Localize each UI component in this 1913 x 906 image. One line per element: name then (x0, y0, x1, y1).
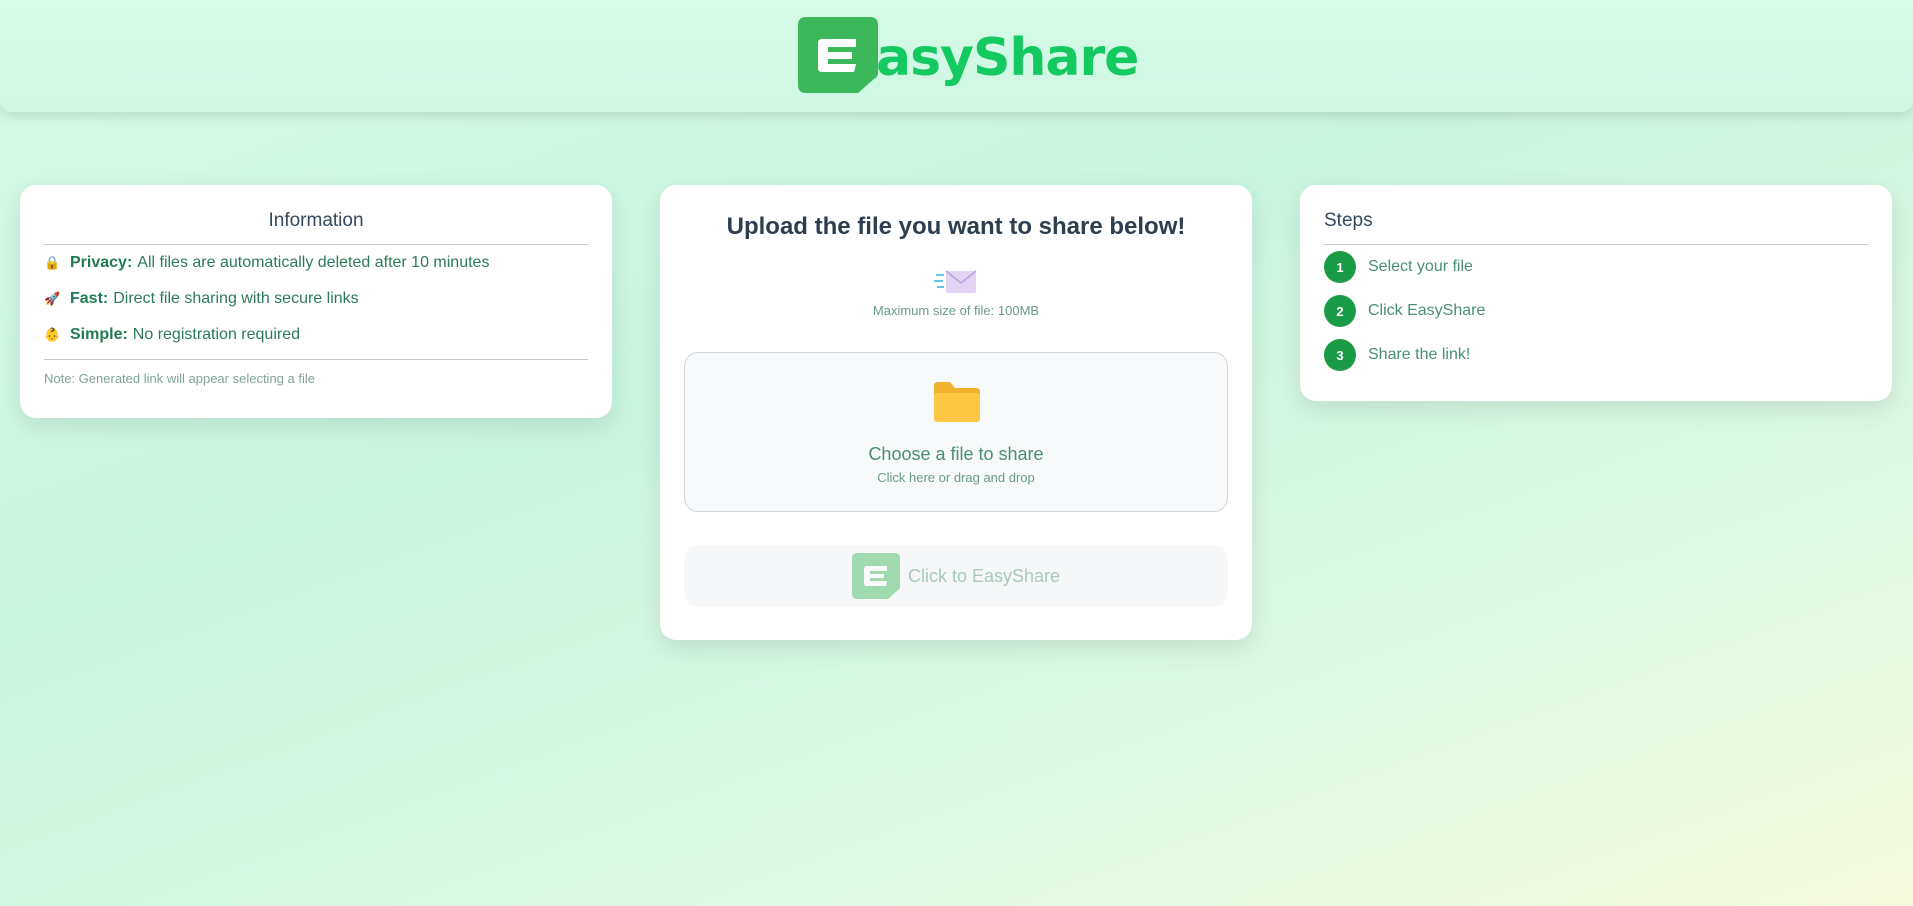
header: asyShare (0, 0, 1913, 112)
rocket-icon: 🚀 (44, 291, 61, 306)
upload-card: Upload the file you want to share below!… (660, 185, 1252, 640)
step-label: Select your file (1368, 258, 1473, 275)
step-item: 1 Select your file (1324, 245, 1868, 289)
steps-card: Steps 1 Select your file 2 Click EasySha… (1300, 185, 1892, 401)
info-item-label: Fast: (70, 290, 109, 307)
info-item-text: All files are automatically deleted afte… (137, 254, 490, 271)
fast-mail-icon (934, 270, 977, 293)
info-item-text: No registration required (132, 326, 300, 343)
info-item-text: Direct file sharing with secure links (113, 290, 359, 307)
file-dropzone[interactable]: Choose a file to share Click here or dra… (684, 352, 1228, 512)
step-number-badge: 3 (1324, 339, 1356, 371)
steps-title: Steps (1324, 209, 1868, 245)
info-note: Note: Generated link will appear selecti… (44, 371, 315, 386)
easyshare-button[interactable]: Click to EasyShare (684, 545, 1228, 607)
dropzone-subtitle: Click here or drag and drop (877, 470, 1035, 485)
step-item: 2 Click EasyShare (1324, 289, 1868, 333)
upload-title: Upload the file you want to share below! (726, 213, 1186, 240)
info-item-label: Simple: (70, 326, 128, 343)
step-number-badge: 2 (1324, 295, 1356, 327)
logo-e-icon (798, 17, 878, 93)
step-number-badge: 1 (1324, 251, 1356, 283)
dropzone-title: Choose a file to share (868, 444, 1044, 464)
easyshare-button-label: Click to EasyShare (907, 565, 1061, 586)
easyshare-logo-icon (851, 553, 900, 599)
info-item-privacy: 🔒 Privacy: All files are automatically d… (44, 245, 588, 281)
info-item-label: Privacy: (70, 254, 133, 271)
lock-icon: 🔒 (44, 255, 61, 270)
baby-icon: 👶 (44, 327, 61, 342)
information-card: Information 🔒 Privacy: All files are aut… (20, 185, 612, 418)
divider (44, 359, 588, 360)
step-item: 3 Share the link! (1324, 333, 1868, 377)
easyshare-logo[interactable]: asyShare (798, 17, 1139, 93)
logo-text: asyShare (876, 28, 1139, 88)
step-label: Share the link! (1368, 346, 1471, 363)
max-size-text: Maximum size of file: 100MB (872, 303, 1040, 318)
information-title: Information (44, 209, 588, 245)
folder-icon (934, 382, 980, 422)
info-item-simple: 👶 Simple: No registration required (44, 317, 588, 353)
info-item-fast: 🚀 Fast: Direct file sharing with secure … (44, 281, 588, 317)
step-label: Click EasyShare (1368, 302, 1486, 319)
